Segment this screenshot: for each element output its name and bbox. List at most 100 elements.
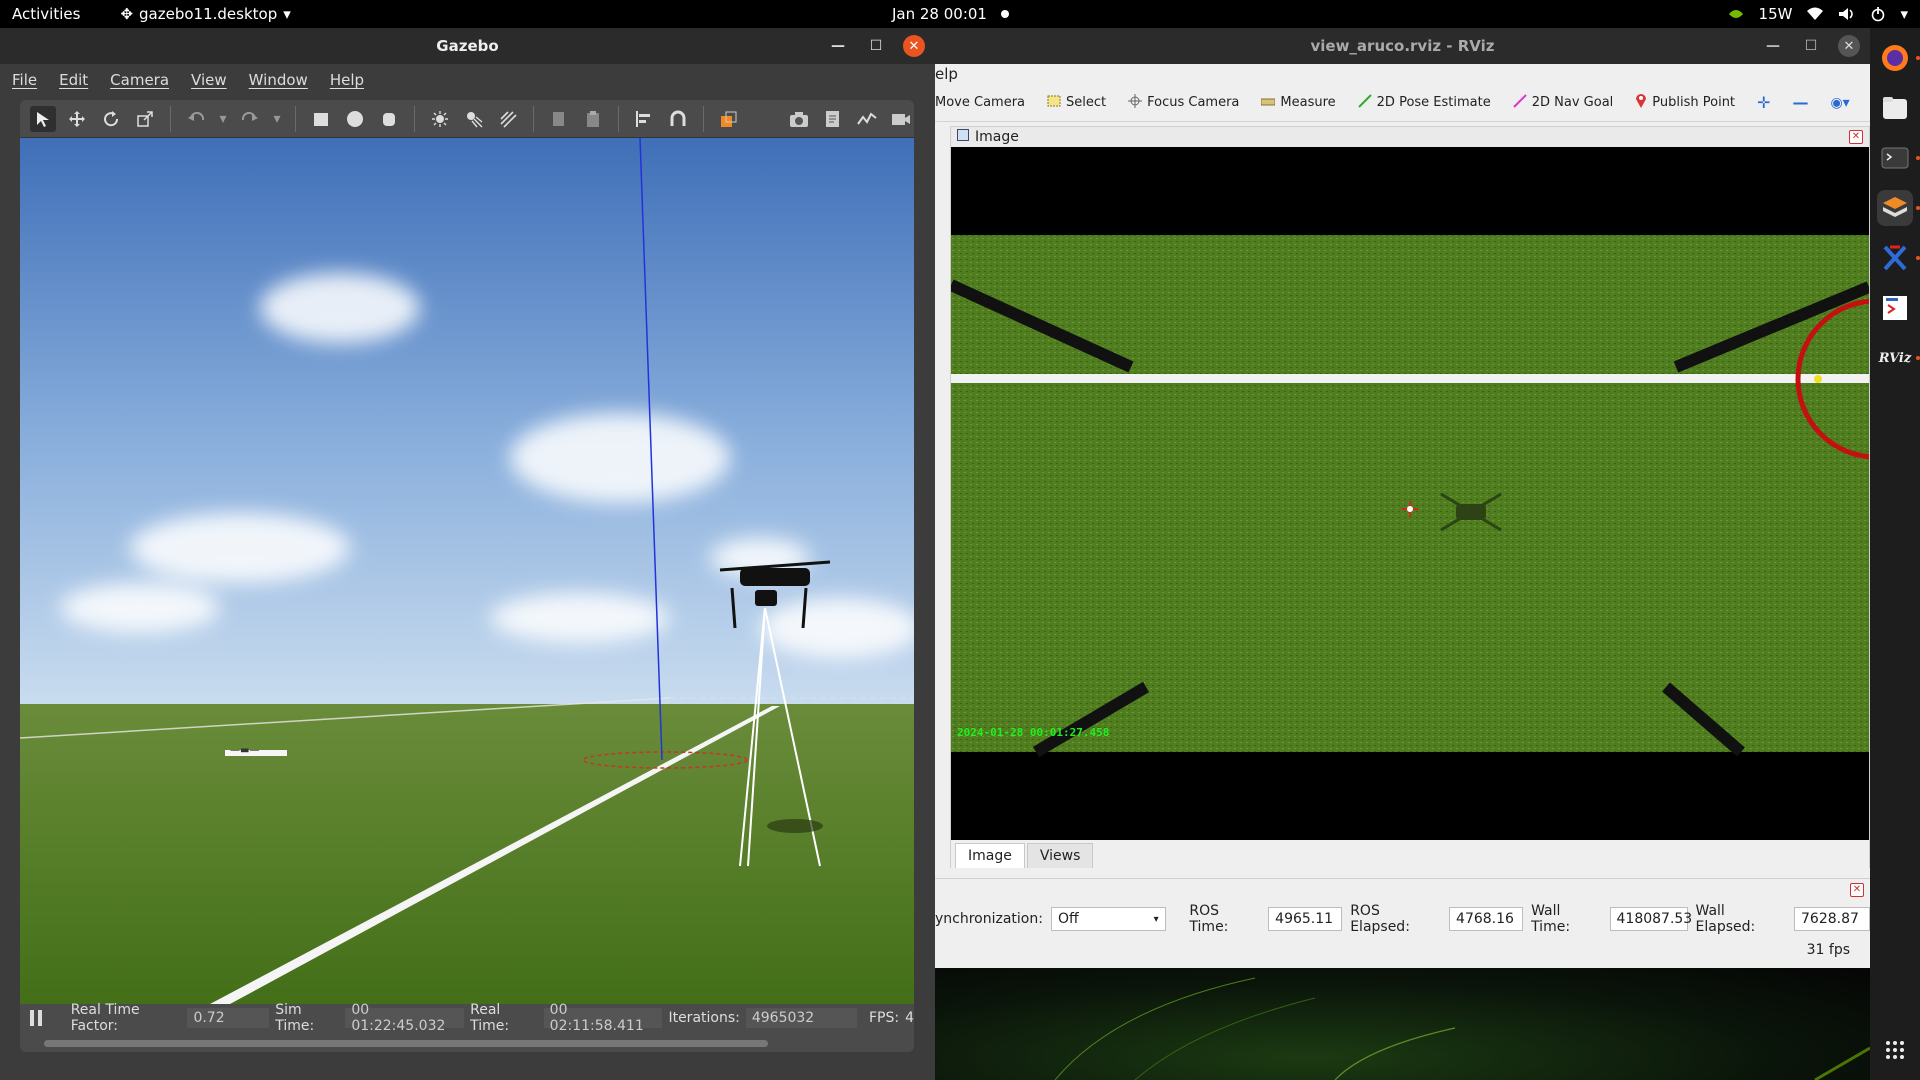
undo-dropdown-icon[interactable]: ▾	[217, 106, 229, 132]
activities-button[interactable]: Activities	[12, 5, 80, 23]
image-panel-icon	[957, 129, 969, 145]
publish-point-tool[interactable]: Publish Point	[1635, 93, 1735, 113]
scene-ground-label: —▬—	[230, 745, 260, 756]
camera-type-icon[interactable]: ◉▾	[1830, 95, 1849, 111]
top-bar: Activities ✥ gazebo11.desktop ▾ Jan 28 0…	[0, 0, 1920, 28]
real-time-label: Real Time:	[470, 1002, 510, 1034]
sphere-shape-icon[interactable]	[342, 106, 368, 132]
wifi-icon	[1806, 7, 1824, 21]
rviz-icon[interactable]: RViz	[1877, 340, 1920, 376]
move-camera-tool[interactable]: Move Camera	[935, 95, 1025, 110]
app-menu[interactable]: ✥ gazebo11.desktop ▾	[120, 5, 290, 23]
wall-time-field[interactable]: 418087.53	[1609, 907, 1692, 931]
rviz-titlebar[interactable]: view_aruco.rviz - RViz — ☐ ✕	[935, 28, 1870, 64]
notification-dot-icon	[1000, 10, 1009, 18]
point-light-icon[interactable]	[427, 106, 453, 132]
snap-icon[interactable]	[665, 106, 691, 132]
terminal-icon[interactable]	[1877, 140, 1920, 176]
sim-time-value: 00 01:22:45.032	[345, 1002, 465, 1034]
remove-tool-icon[interactable]: —	[1792, 93, 1808, 112]
screenshot-icon[interactable]	[786, 106, 812, 132]
add-tool-icon[interactable]: ✛	[1757, 93, 1770, 112]
tab-views[interactable]: Views	[1026, 843, 1094, 868]
menu-edit[interactable]: Edit	[59, 71, 88, 89]
image-panel-tabs: Image Views	[951, 840, 1869, 868]
redo-icon[interactable]	[237, 106, 263, 132]
measure-label: Measure	[1280, 95, 1336, 110]
maximize-icon[interactable]: ☐	[1800, 35, 1822, 57]
image-panel-header[interactable]: Image ✕	[951, 127, 1869, 147]
change-view-icon[interactable]	[716, 106, 742, 132]
measure-tool[interactable]: Measure	[1260, 95, 1336, 110]
align-icon[interactable]	[631, 106, 657, 132]
power-icon	[1870, 6, 1886, 22]
pause-icon[interactable]	[30, 1010, 45, 1026]
paste-icon[interactable]	[580, 106, 606, 132]
real-time-value: 00 02:11:58.411	[543, 1002, 663, 1034]
status-scrollbar[interactable]	[44, 1040, 768, 1047]
close-icon[interactable]: ✕	[903, 35, 925, 57]
log-icon[interactable]	[820, 106, 846, 132]
focus-camera-tool[interactable]: Focus Camera	[1128, 93, 1239, 112]
wall-elapsed-field[interactable]: 7628.87	[1794, 907, 1870, 931]
clock[interactable]: Jan 28 00:01	[892, 5, 1009, 23]
chevron-down-icon: ▾	[283, 5, 291, 23]
maximize-icon[interactable]: ☐	[865, 35, 887, 57]
directional-light-icon[interactable]	[495, 106, 521, 132]
ros-time-field[interactable]: 4965.11	[1268, 907, 1343, 931]
box-shape-icon[interactable]	[308, 106, 334, 132]
tab-image[interactable]: Image	[955, 843, 1025, 868]
app-menu-label: gazebo11.desktop	[139, 5, 278, 23]
close-icon[interactable]: ✕	[1838, 35, 1860, 57]
menu-file[interactable]: File	[12, 71, 37, 89]
camera-image-view[interactable]: 2024-01-28 00:01:27.458	[951, 147, 1869, 840]
copy-icon[interactable]	[546, 106, 572, 132]
plot-icon[interactable]	[854, 106, 880, 132]
select-tool[interactable]: Select	[1047, 95, 1106, 111]
gazebo-icon[interactable]	[1877, 190, 1920, 226]
gazebo-titlebar[interactable]: Gazebo — ☐ ✕	[0, 28, 935, 64]
video-record-icon[interactable]	[888, 106, 914, 132]
chevron-down-icon: ▾	[1900, 5, 1908, 23]
sync-select[interactable]: Off ▾	[1050, 907, 1166, 931]
xacro-icon[interactable]	[1877, 240, 1920, 276]
menu-view[interactable]: View	[191, 71, 227, 89]
green-arrow-icon	[1357, 93, 1372, 112]
files-icon[interactable]	[1877, 90, 1913, 126]
gazebo-menubar: File Edit Camera View Window Help	[0, 64, 935, 96]
publish-point-label: Publish Point	[1652, 95, 1736, 110]
sync-value: Off	[1057, 911, 1079, 927]
app-menu-icon: ✥	[120, 5, 134, 23]
desktop-wallpaper	[935, 968, 1870, 1080]
rotate-mode-icon[interactable]	[98, 106, 124, 132]
pose-estimate-tool[interactable]: 2D Pose Estimate	[1357, 93, 1491, 112]
scale-mode-icon[interactable]	[132, 106, 158, 132]
undo-icon[interactable]	[183, 106, 209, 132]
menu-camera[interactable]: Camera	[110, 71, 169, 89]
crosshair-icon	[1128, 93, 1143, 112]
nav-goal-tool[interactable]: 2D Nav Goal	[1513, 93, 1613, 112]
menu-help[interactable]: elp	[935, 65, 958, 83]
close-panel-icon[interactable]: ✕	[1850, 883, 1864, 897]
minimize-icon[interactable]: —	[827, 35, 849, 57]
close-panel-icon[interactable]: ✕	[1849, 130, 1863, 144]
nvidia-icon	[1727, 8, 1745, 20]
ros-elapsed-field[interactable]: 4768.16	[1449, 907, 1524, 931]
rviz-title: view_aruco.rviz - RViz	[1310, 37, 1495, 55]
apps-grid-icon[interactable]	[1877, 1032, 1913, 1068]
minimize-icon[interactable]: —	[1762, 35, 1784, 57]
firefox-icon[interactable]	[1877, 40, 1920, 76]
cylinder-shape-icon[interactable]	[376, 106, 402, 132]
gazebo-3d-scene[interactable]: —▬—	[20, 138, 914, 1004]
menu-window[interactable]: Window	[249, 71, 308, 89]
ros-elapsed-label: ROS Elapsed:	[1350, 903, 1410, 935]
menu-help[interactable]: Help	[330, 71, 364, 89]
system-tray[interactable]: 15W ▾	[1727, 5, 1908, 23]
chevron-down-icon: ▾	[1153, 913, 1159, 925]
rviz-menubar: elp	[935, 64, 1870, 84]
translate-mode-icon[interactable]	[64, 106, 90, 132]
select-mode-icon[interactable]	[30, 105, 56, 132]
ros-terminal-icon[interactable]	[1877, 290, 1913, 326]
redo-dropdown-icon[interactable]: ▾	[271, 106, 283, 132]
spot-light-icon[interactable]	[461, 106, 487, 132]
